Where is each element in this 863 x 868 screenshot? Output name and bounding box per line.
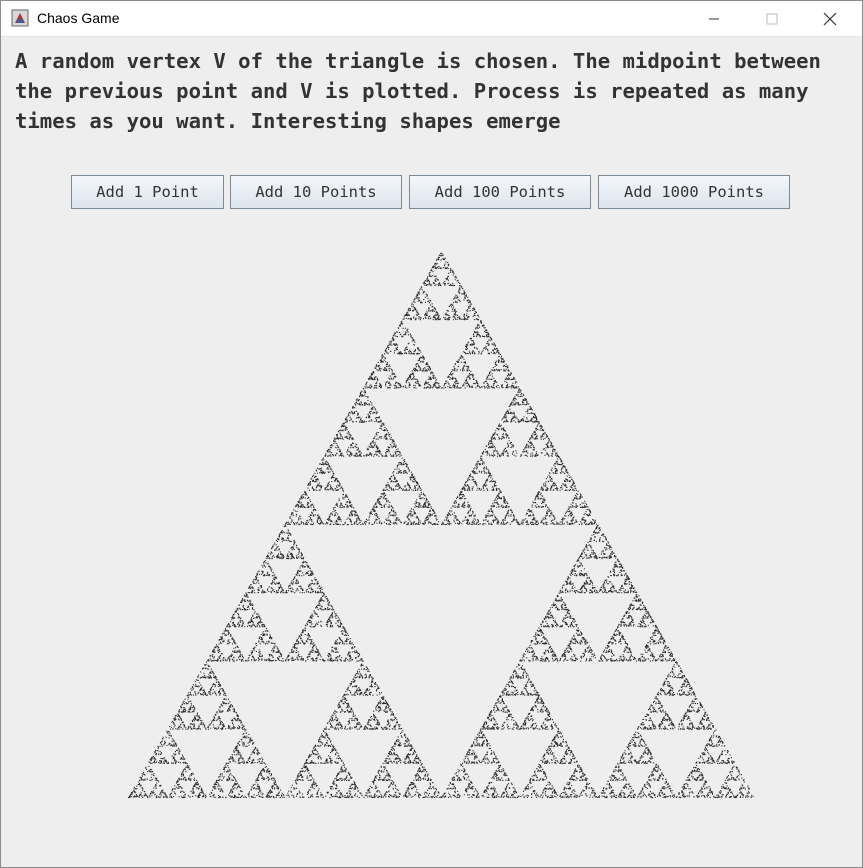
add-100-points-button[interactable]: Add 100 Points bbox=[409, 175, 591, 209]
add-10-points-button[interactable]: Add 10 Points bbox=[230, 175, 402, 209]
instructions-text: A random vertex V of the triangle is cho… bbox=[15, 49, 834, 133]
plotted-points bbox=[128, 252, 754, 799]
minimize-icon[interactable] bbox=[685, 1, 743, 36]
window-title: Chaos Game bbox=[37, 10, 120, 26]
close-icon[interactable] bbox=[801, 1, 859, 36]
content-pane: A random vertex V of the triangle is cho… bbox=[1, 37, 862, 867]
add-1-point-button[interactable]: Add 1 Point bbox=[71, 175, 224, 209]
java-app-icon bbox=[11, 9, 29, 27]
sierpinski-plot-canvas[interactable] bbox=[1, 227, 862, 867]
title-bar[interactable]: Chaos Game bbox=[1, 1, 862, 37]
point-cloud bbox=[128, 252, 754, 799]
maximize-icon[interactable] bbox=[743, 1, 801, 36]
add-1000-points-button[interactable]: Add 1000 Points bbox=[598, 175, 790, 209]
app-window: Chaos Game A random vertex V of the tria… bbox=[0, 0, 863, 868]
